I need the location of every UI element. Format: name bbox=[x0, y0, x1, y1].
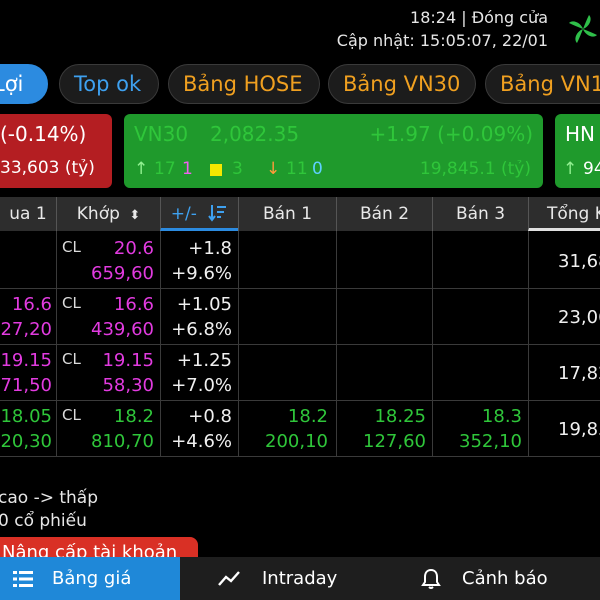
index-name: VN30 bbox=[134, 122, 189, 146]
col-tong-kl[interactable]: Tổng K bbox=[528, 197, 600, 231]
match-price: 16.6 bbox=[113, 294, 154, 315]
bid-volume: 71,50 bbox=[0, 375, 52, 396]
percent-change: +4.6% bbox=[171, 431, 232, 452]
total-volume: 17,82 bbox=[558, 363, 600, 384]
price-change: +1.8 bbox=[188, 238, 232, 259]
col-ban3[interactable]: Bán 3 bbox=[432, 197, 528, 231]
cl-tag: CL bbox=[62, 294, 81, 312]
index-value: 33,603 (tỷ) bbox=[0, 158, 95, 178]
ask2-price: 18.25 bbox=[374, 406, 426, 427]
board-tabs: Lợi Top ok Bảng HOSE Bảng VN30 Bảng VN1 bbox=[0, 64, 600, 104]
arrow-down-icon: ↓ bbox=[266, 159, 281, 179]
ask3-volume: 352,10 bbox=[459, 431, 522, 452]
up-count: 94 bbox=[583, 159, 600, 179]
market-status: 18:24 | Đóng cửa bbox=[410, 8, 548, 27]
cl-tag: CL bbox=[62, 238, 81, 256]
sort-descending-icon bbox=[208, 205, 227, 222]
match-price: 18.2 bbox=[113, 406, 154, 427]
stock-count: 0 cổ phiếu bbox=[0, 511, 87, 531]
grid-divider bbox=[0, 400, 600, 401]
grid-divider bbox=[0, 344, 600, 345]
percent-change: +9.6% bbox=[171, 263, 232, 284]
ceiling-count: 1 bbox=[182, 159, 193, 179]
bid-price: 16.6 bbox=[11, 294, 52, 315]
index-value: 2,082.35 bbox=[210, 122, 300, 146]
up-count: 17 bbox=[154, 159, 176, 179]
ask3-price: 18.3 bbox=[481, 406, 522, 427]
grid-divider bbox=[0, 288, 600, 289]
trend-line-icon bbox=[218, 571, 240, 586]
tab-top-ok[interactable]: Top ok bbox=[59, 64, 159, 104]
updated-timestamp: Cập nhật: 15:05:07, 22/01 bbox=[336, 31, 548, 50]
percent-change: +7.0% bbox=[171, 375, 232, 396]
bid-volume: 27,20 bbox=[0, 319, 52, 340]
tab-bang-vn30[interactable]: Bảng VN30 bbox=[328, 64, 476, 104]
bid-price: 18.05 bbox=[0, 406, 52, 427]
bid-price: 19.15 bbox=[0, 350, 52, 371]
index-card-first[interactable]: (-0.14%) 33,603 (tỷ) bbox=[0, 114, 112, 188]
match-price: 19.15 bbox=[102, 350, 154, 371]
tab-bang-hose[interactable]: Bảng HOSE bbox=[168, 64, 320, 104]
down-count: 11 bbox=[286, 159, 308, 179]
index-change: +1.97 (+0.09%) bbox=[369, 122, 533, 146]
arrow-up-icon: ↑ bbox=[563, 159, 578, 179]
tab-bang-vn100[interactable]: Bảng VN1 bbox=[485, 64, 600, 104]
arrow-up-icon: ↑ bbox=[134, 159, 149, 179]
match-volume: 810,70 bbox=[91, 431, 154, 452]
percent-change: +6.8% bbox=[171, 319, 232, 340]
flat-square-icon bbox=[210, 164, 222, 176]
total-volume: 19,85 bbox=[558, 419, 600, 440]
price-change: +1.05 bbox=[176, 294, 232, 315]
flat-count: 3 bbox=[232, 159, 243, 179]
sort-toggle-icon: ⬍ bbox=[129, 208, 141, 223]
index-change: (-0.14%) bbox=[0, 122, 87, 146]
floor-count: 0 bbox=[312, 159, 323, 179]
ask2-volume: 127,60 bbox=[363, 431, 426, 452]
ask1-volume: 200,10 bbox=[265, 431, 328, 452]
index-name: HN bbox=[565, 122, 595, 146]
col-change[interactable]: +/- bbox=[160, 197, 238, 231]
col-change-label: +/- bbox=[170, 204, 197, 224]
col-mua1[interactable]: ua 1 bbox=[0, 197, 56, 231]
price-table-header: ua 1 Khớp ⬍ +/- Bán 1 Bán 2 Bán 3 Tổng K bbox=[0, 197, 600, 231]
price-change: +1.25 bbox=[176, 350, 232, 371]
ask1-price: 18.2 bbox=[287, 406, 328, 427]
col-ban2[interactable]: Bán 2 bbox=[336, 197, 432, 231]
bid-volume: 20,30 bbox=[0, 431, 52, 452]
match-volume: 58,30 bbox=[102, 375, 154, 396]
match-price: 20.6 bbox=[113, 238, 154, 259]
grid-divider bbox=[0, 456, 600, 457]
index-volume: 19,845.1 (tỷ) bbox=[419, 159, 531, 179]
bottom-navigation: Bảng giá Intraday Cảnh báo bbox=[0, 557, 600, 600]
cl-tag: CL bbox=[62, 406, 81, 424]
col-khop[interactable]: Khớp ⬍ bbox=[56, 197, 160, 231]
list-icon bbox=[13, 571, 33, 587]
sort-note: cao -> thấp bbox=[0, 488, 98, 508]
nav-board[interactable]: Bảng giá bbox=[0, 557, 180, 600]
tab-loi[interactable]: Lợi bbox=[0, 64, 48, 104]
nav-alert[interactable]: Cảnh báo bbox=[390, 557, 600, 600]
nav-alert-label: Cảnh báo bbox=[462, 568, 548, 589]
bell-icon bbox=[421, 568, 441, 589]
nav-intraday[interactable]: Intraday bbox=[180, 557, 390, 600]
col-khop-label: Khớp bbox=[76, 204, 120, 224]
nav-board-label: Bảng giá bbox=[52, 568, 132, 589]
cl-tag: CL bbox=[62, 350, 81, 368]
index-card-vn30[interactable]: VN30 2,082.35 +1.97 (+0.09%) ↑ 17 1 3 ↓ … bbox=[124, 114, 543, 188]
nav-intraday-label: Intraday bbox=[262, 568, 338, 589]
col-ban1[interactable]: Bán 1 bbox=[238, 197, 336, 231]
total-volume: 31,68 bbox=[558, 251, 600, 272]
match-volume: 439,60 bbox=[91, 319, 154, 340]
match-volume: 659,60 bbox=[91, 263, 154, 284]
app-logo-icon bbox=[569, 15, 597, 43]
index-card-third[interactable]: HN ↑ 94 bbox=[555, 114, 600, 188]
price-change: +0.8 bbox=[188, 406, 232, 427]
total-volume: 23,06 bbox=[558, 307, 600, 328]
